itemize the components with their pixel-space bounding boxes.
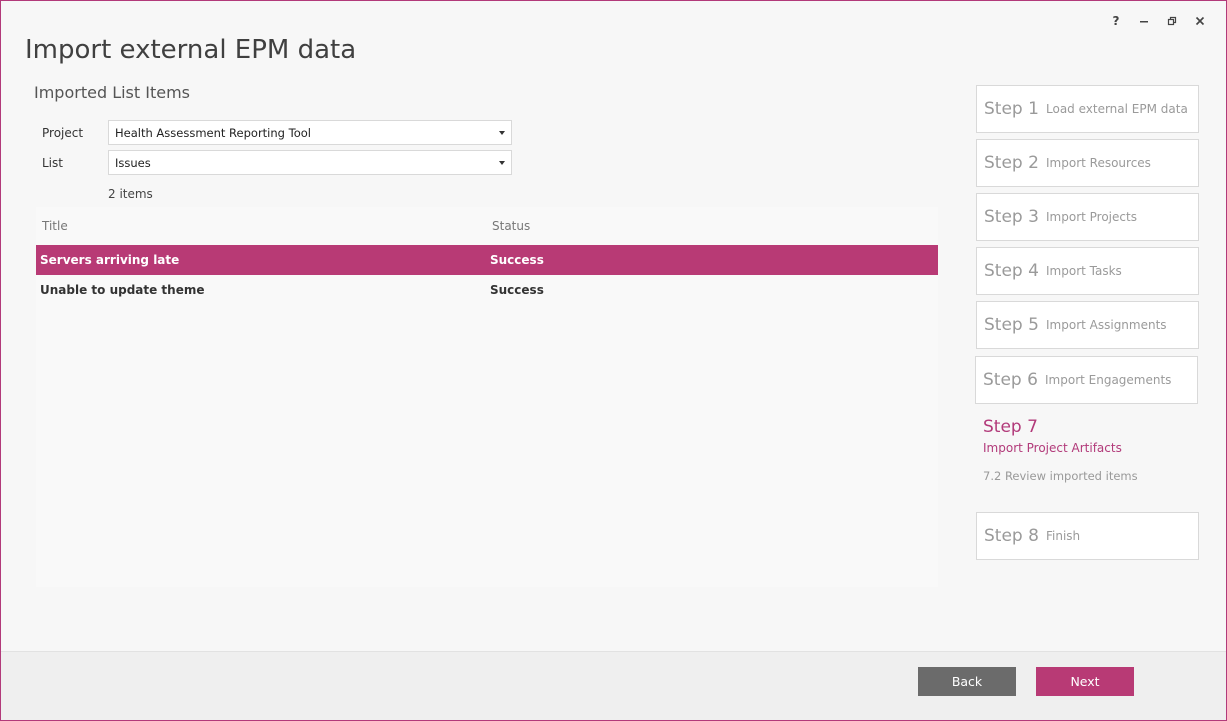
help-button[interactable]: ? xyxy=(1104,11,1128,31)
table-row[interactable]: Servers arriving late Success xyxy=(36,245,938,275)
step-3[interactable]: Step 3 Import Projects xyxy=(976,193,1199,241)
window-controls: ? xyxy=(1104,11,1212,31)
close-icon xyxy=(1195,16,1205,26)
close-button[interactable] xyxy=(1188,11,1212,31)
step-number: Step 1 xyxy=(984,99,1039,119)
footer-bar: Back Next xyxy=(1,651,1226,720)
step-number: Step 7 xyxy=(983,417,1038,437)
chevron-down-icon xyxy=(499,160,505,165)
project-row: Project Health Assessment Reporting Tool xyxy=(42,120,512,145)
step-name: Finish xyxy=(1046,529,1081,543)
step-number: Step 4 xyxy=(984,261,1039,281)
step-7-active: Step 7 Import Project Artifacts 7.2 Revi… xyxy=(983,417,1138,483)
next-button[interactable]: Next xyxy=(1036,667,1134,696)
app-window: ? Import external EPM data Imported List… xyxy=(0,0,1227,721)
step-name: Import Project Artifacts xyxy=(983,441,1122,455)
step-number: Step 3 xyxy=(984,207,1039,227)
project-label: Project xyxy=(42,125,84,140)
step-8[interactable]: Step 8 Finish xyxy=(976,512,1199,560)
project-select[interactable]: Health Assessment Reporting Tool xyxy=(108,120,512,145)
page-title: Import external EPM data xyxy=(25,35,357,65)
list-row: List Issues xyxy=(42,150,512,175)
step-4[interactable]: Step 4 Import Tasks xyxy=(976,247,1199,295)
list-select[interactable]: Issues xyxy=(108,150,512,175)
chevron-down-icon xyxy=(499,130,505,135)
row-status: Success xyxy=(490,253,544,267)
step-2[interactable]: Step 2 Import Resources xyxy=(976,139,1199,187)
restore-button[interactable] xyxy=(1160,11,1184,31)
list-select-value: Issues xyxy=(115,155,151,170)
row-status: Success xyxy=(490,283,544,297)
minimize-icon xyxy=(1140,21,1148,23)
restore-icon xyxy=(1167,16,1177,26)
list-label: List xyxy=(42,155,63,170)
step-name: Import Projects xyxy=(1046,210,1137,224)
step-1[interactable]: Step 1 Load external EPM data xyxy=(976,85,1199,133)
step-number: Step 8 xyxy=(984,526,1039,546)
step-name: Import Resources xyxy=(1046,156,1151,170)
row-title: Unable to update theme xyxy=(40,283,205,297)
substep-label: 7.2 Review imported items xyxy=(983,469,1138,483)
column-header-status[interactable]: Status xyxy=(492,219,530,233)
step-6[interactable]: Step 6 Import Engagements xyxy=(975,356,1198,404)
column-header-title[interactable]: Title xyxy=(42,219,68,233)
item-count: 2 items xyxy=(108,187,153,201)
row-title: Servers arriving late xyxy=(40,253,180,267)
step-name: Import Assignments xyxy=(1046,318,1167,332)
step-name: Import Tasks xyxy=(1046,264,1122,278)
table-header: Title Status xyxy=(36,207,938,245)
project-select-value: Health Assessment Reporting Tool xyxy=(115,125,311,140)
step-name: Import Engagements xyxy=(1045,373,1172,387)
back-button[interactable]: Back xyxy=(918,667,1016,696)
step-name: Load external EPM data xyxy=(1046,102,1188,116)
minimize-button[interactable] xyxy=(1132,11,1156,31)
step-number: Step 6 xyxy=(983,370,1038,390)
step-number: Step 2 xyxy=(984,153,1039,173)
items-table: Title Status Servers arriving late Succe… xyxy=(36,207,938,587)
table-row[interactable]: Unable to update theme Success xyxy=(36,275,938,305)
step-number: Step 5 xyxy=(984,315,1039,335)
step-5[interactable]: Step 5 Import Assignments xyxy=(976,301,1199,349)
section-title: Imported List Items xyxy=(34,83,190,102)
